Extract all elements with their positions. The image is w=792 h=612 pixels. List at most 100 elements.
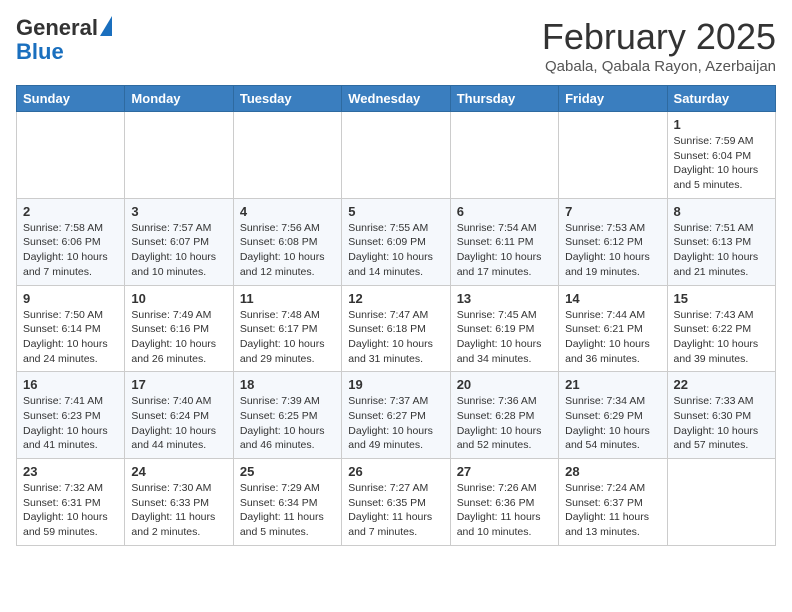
day-number: 19	[348, 377, 443, 392]
day-number: 10	[131, 291, 226, 306]
calendar-table: SundayMondayTuesdayWednesdayThursdayFrid…	[16, 85, 776, 546]
calendar-cell: 2 Sunrise: 7:58 AM Sunset: 6:06 PM Daylig…	[17, 198, 125, 285]
day-number: 6	[457, 204, 552, 219]
day-number: 17	[131, 377, 226, 392]
calendar-cell: 15 Sunrise: 7:43 AM Sunset: 6:22 PM Dayli…	[667, 285, 775, 372]
page-header: General Blue February 2025 Qabala, Qabal…	[16, 16, 776, 75]
calendar-cell: 18 Sunrise: 7:39 AM Sunset: 6:25 PM Dayli…	[233, 372, 341, 459]
day-number: 4	[240, 204, 335, 219]
calendar-cell: 22 Sunrise: 7:33 AM Sunset: 6:30 PM Dayli…	[667, 372, 775, 459]
month-title: February 2025	[542, 16, 776, 58]
day-number: 11	[240, 291, 335, 306]
title-block: February 2025 Qabala, Qabala Rayon, Azer…	[542, 16, 776, 75]
week-row-5: 23Sunrise: 7:32 AM Sunset: 6:31 PM Dayli…	[17, 459, 776, 546]
calendar-cell: 16 Sunrise: 7:41 AM Sunset: 6:23 PM Dayli…	[17, 372, 125, 459]
day-info: Sunrise: 7:55 AM Sunset: 6:09 PM Dayligh…	[348, 221, 443, 280]
day-info: Sunrise: 7:41 AM Sunset: 6:23 PM Dayligh…	[23, 394, 118, 453]
calendar-cell: 27 Sunrise: 7:26 AM Sunset: 6:36 PM Dayli…	[450, 459, 558, 546]
logo-blue-text: Blue	[16, 40, 64, 64]
calendar-cell: 12 Sunrise: 7:47 AM Sunset: 6:18 PM Dayli…	[342, 285, 450, 372]
day-info: Sunrise: 7:24 AM Sunset: 6:37 PM Dayligh…	[565, 481, 660, 540]
day-number: 25	[240, 464, 335, 479]
day-number: 28	[565, 464, 660, 479]
day-info: Sunrise: 7:56 AM Sunset: 6:08 PM Dayligh…	[240, 221, 335, 280]
calendar-cell	[667, 459, 775, 546]
day-number: 21	[565, 377, 660, 392]
day-info: Sunrise: 7:26 AM Sunset: 6:36 PM Dayligh…	[457, 481, 552, 540]
day-info: Sunrise: 7:36 AM Sunset: 6:28 PM Dayligh…	[457, 394, 552, 453]
calendar-cell: 23Sunrise: 7:32 AM Sunset: 6:31 PM Dayli…	[17, 459, 125, 546]
logo: General Blue	[16, 16, 112, 64]
day-number: 9	[23, 291, 118, 306]
calendar-cell: 25 Sunrise: 7:29 AM Sunset: 6:34 PM Dayli…	[233, 459, 341, 546]
day-number: 3	[131, 204, 226, 219]
calendar-cell: 9 Sunrise: 7:50 AM Sunset: 6:14 PM Daylig…	[17, 285, 125, 372]
calendar-cell	[233, 112, 341, 199]
week-row-4: 16 Sunrise: 7:41 AM Sunset: 6:23 PM Dayli…	[17, 372, 776, 459]
day-info: Sunrise: 7:47 AM Sunset: 6:18 PM Dayligh…	[348, 308, 443, 367]
day-info: Sunrise: 7:30 AM Sunset: 6:33 PM Dayligh…	[131, 481, 226, 540]
week-row-2: 2 Sunrise: 7:58 AM Sunset: 6:06 PM Daylig…	[17, 198, 776, 285]
column-header-friday: Friday	[559, 86, 667, 112]
column-header-thursday: Thursday	[450, 86, 558, 112]
day-info: Sunrise: 7:40 AM Sunset: 6:24 PM Dayligh…	[131, 394, 226, 453]
calendar-cell: 4 Sunrise: 7:56 AM Sunset: 6:08 PM Daylig…	[233, 198, 341, 285]
day-info: Sunrise: 7:49 AM Sunset: 6:16 PM Dayligh…	[131, 308, 226, 367]
day-info: Sunrise: 7:37 AM Sunset: 6:27 PM Dayligh…	[348, 394, 443, 453]
day-number: 1	[674, 117, 769, 132]
column-header-monday: Monday	[125, 86, 233, 112]
day-info: Sunrise: 7:50 AM Sunset: 6:14 PM Dayligh…	[23, 308, 118, 367]
day-info: Sunrise: 7:29 AM Sunset: 6:34 PM Dayligh…	[240, 481, 335, 540]
day-number: 22	[674, 377, 769, 392]
calendar-cell: 20 Sunrise: 7:36 AM Sunset: 6:28 PM Dayli…	[450, 372, 558, 459]
day-info: Sunrise: 7:44 AM Sunset: 6:21 PM Dayligh…	[565, 308, 660, 367]
day-number: 15	[674, 291, 769, 306]
calendar-cell: 3 Sunrise: 7:57 AM Sunset: 6:07 PM Daylig…	[125, 198, 233, 285]
calendar-cell: 7Sunrise: 7:53 AM Sunset: 6:12 PM Daylig…	[559, 198, 667, 285]
calendar-cell	[450, 112, 558, 199]
calendar-cell: 17 Sunrise: 7:40 AM Sunset: 6:24 PM Dayli…	[125, 372, 233, 459]
day-number: 14	[565, 291, 660, 306]
calendar-cell: 8Sunrise: 7:51 AM Sunset: 6:13 PM Daylig…	[667, 198, 775, 285]
calendar-header-row: SundayMondayTuesdayWednesdayThursdayFrid…	[17, 86, 776, 112]
logo-triangle-icon	[100, 16, 112, 36]
day-number: 26	[348, 464, 443, 479]
day-number: 7	[565, 204, 660, 219]
day-info: Sunrise: 7:59 AM Sunset: 6:04 PM Dayligh…	[674, 134, 769, 193]
day-info: Sunrise: 7:57 AM Sunset: 6:07 PM Dayligh…	[131, 221, 226, 280]
calendar-cell: 1 Sunrise: 7:59 AM Sunset: 6:04 PM Daylig…	[667, 112, 775, 199]
logo-general-text: General	[16, 16, 98, 40]
day-info: Sunrise: 7:54 AM Sunset: 6:11 PM Dayligh…	[457, 221, 552, 280]
day-number: 2	[23, 204, 118, 219]
calendar-cell	[17, 112, 125, 199]
day-info: Sunrise: 7:32 AM Sunset: 6:31 PM Dayligh…	[23, 481, 118, 540]
day-info: Sunrise: 7:58 AM Sunset: 6:06 PM Dayligh…	[23, 221, 118, 280]
day-number: 16	[23, 377, 118, 392]
calendar-cell: 28 Sunrise: 7:24 AM Sunset: 6:37 PM Dayli…	[559, 459, 667, 546]
calendar-cell: 11 Sunrise: 7:48 AM Sunset: 6:17 PM Dayli…	[233, 285, 341, 372]
calendar-cell	[559, 112, 667, 199]
day-info: Sunrise: 7:39 AM Sunset: 6:25 PM Dayligh…	[240, 394, 335, 453]
calendar-cell	[125, 112, 233, 199]
day-info: Sunrise: 7:51 AM Sunset: 6:13 PM Dayligh…	[674, 221, 769, 280]
column-header-wednesday: Wednesday	[342, 86, 450, 112]
location-text: Qabala, Qabala Rayon, Azerbaijan	[542, 58, 776, 75]
day-number: 13	[457, 291, 552, 306]
day-number: 12	[348, 291, 443, 306]
day-number: 18	[240, 377, 335, 392]
day-info: Sunrise: 7:33 AM Sunset: 6:30 PM Dayligh…	[674, 394, 769, 453]
day-info: Sunrise: 7:27 AM Sunset: 6:35 PM Dayligh…	[348, 481, 443, 540]
day-info: Sunrise: 7:43 AM Sunset: 6:22 PM Dayligh…	[674, 308, 769, 367]
calendar-cell	[342, 112, 450, 199]
week-row-3: 9 Sunrise: 7:50 AM Sunset: 6:14 PM Daylig…	[17, 285, 776, 372]
day-info: Sunrise: 7:34 AM Sunset: 6:29 PM Dayligh…	[565, 394, 660, 453]
calendar-cell: 5 Sunrise: 7:55 AM Sunset: 6:09 PM Daylig…	[342, 198, 450, 285]
column-header-tuesday: Tuesday	[233, 86, 341, 112]
week-row-1: 1 Sunrise: 7:59 AM Sunset: 6:04 PM Daylig…	[17, 112, 776, 199]
day-number: 20	[457, 377, 552, 392]
calendar-cell: 10 Sunrise: 7:49 AM Sunset: 6:16 PM Dayli…	[125, 285, 233, 372]
day-info: Sunrise: 7:48 AM Sunset: 6:17 PM Dayligh…	[240, 308, 335, 367]
calendar-cell: 24Sunrise: 7:30 AM Sunset: 6:33 PM Dayli…	[125, 459, 233, 546]
day-number: 5	[348, 204, 443, 219]
day-number: 27	[457, 464, 552, 479]
